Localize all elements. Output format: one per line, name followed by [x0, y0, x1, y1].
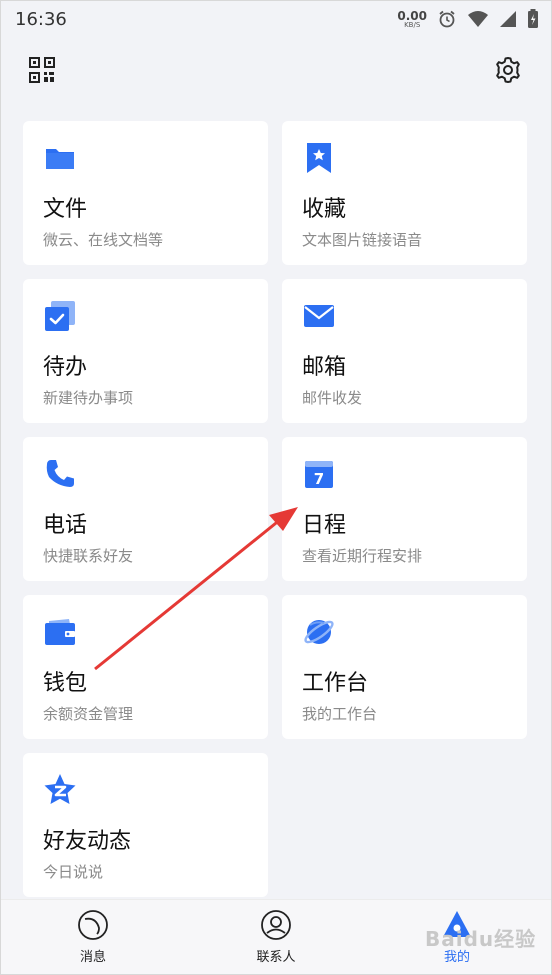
page-header	[1, 49, 551, 89]
card-subtitle: 我的工作台	[302, 705, 378, 723]
contacts-icon	[261, 910, 291, 940]
card-title: 收藏	[302, 197, 347, 222]
phone-icon	[46, 460, 74, 487]
card-subtitle: 今日说说	[43, 863, 104, 881]
gear-icon[interactable]	[493, 55, 523, 85]
card-schedule[interactable]: 7 日程 查看近期行程安排	[282, 437, 527, 581]
tab-label: 联系人	[256, 950, 296, 965]
calendar-icon: 7	[305, 461, 333, 488]
watermark: Baidu经验	[425, 927, 537, 951]
alarm-icon	[439, 10, 455, 28]
card-title: 电话	[43, 513, 88, 538]
card-subtitle: 文本图片链接语音	[302, 231, 423, 249]
card-title: 好友动态	[43, 829, 132, 854]
signal-icon	[500, 11, 516, 27]
card-title: 邮箱	[302, 355, 347, 380]
card-title: 文件	[43, 197, 88, 222]
card-subtitle: 快捷联系好友	[43, 547, 134, 565]
tab-label: 消息	[79, 950, 106, 965]
status-bar: 16:36 0.00 KB/S	[1, 1, 551, 37]
status-icons: 0.00 KB/S	[397, 9, 539, 29]
card-title: 工作台	[302, 671, 369, 696]
wallet-icon	[45, 619, 75, 645]
card-subtitle: 邮件收发	[302, 389, 363, 407]
todo-check-icon	[45, 301, 75, 331]
card-files[interactable]: 文件 微云、在线文档等	[23, 121, 268, 265]
card-subtitle: 新建待办事项	[43, 389, 134, 407]
planet-icon	[304, 620, 334, 644]
mail-icon	[304, 305, 334, 327]
card-friend-feed[interactable]: 好友动态 今日说说	[23, 753, 268, 897]
phone-screen: 16:36 0.00 KB/S 文件 微云、在线文档等 收藏 文本图片链接语音 …	[0, 0, 552, 975]
status-time: 16:36	[15, 8, 67, 30]
card-phone[interactable]: 电话 快捷联系好友	[23, 437, 268, 581]
tab-contacts[interactable]: 联系人	[236, 908, 316, 970]
card-favorites[interactable]: 收藏 文本图片链接语音	[282, 121, 527, 265]
card-subtitle: 余额资金管理	[43, 705, 134, 723]
message-icon	[78, 910, 108, 940]
card-title: 待办	[43, 355, 88, 380]
qzone-star-icon	[44, 774, 76, 804]
folder-icon	[46, 149, 74, 169]
card-workbench[interactable]: 工作台 我的工作台	[282, 595, 527, 739]
network-speed-unit: KB/S	[404, 20, 421, 29]
network-speed: 0.00 KB/S	[397, 10, 427, 29]
card-wallet[interactable]: 钱包 余额资金管理	[23, 595, 268, 739]
network-speed-value: 0.00	[397, 8, 427, 23]
battery-icon	[528, 9, 538, 28]
card-todo[interactable]: 待办 新建待办事项	[23, 279, 268, 423]
wifi-icon	[468, 11, 488, 27]
calendar-day: 7	[314, 470, 324, 488]
qr-code-icon[interactable]	[29, 57, 55, 83]
card-subtitle: 查看近期行程安排	[302, 547, 423, 565]
bookmark-icon	[307, 143, 331, 173]
tab-messages[interactable]: 消息	[53, 908, 133, 970]
card-title: 日程	[302, 513, 347, 538]
card-mail[interactable]: 邮箱 邮件收发	[282, 279, 527, 423]
card-subtitle: 微云、在线文档等	[43, 231, 164, 249]
card-title: 钱包	[43, 671, 88, 696]
